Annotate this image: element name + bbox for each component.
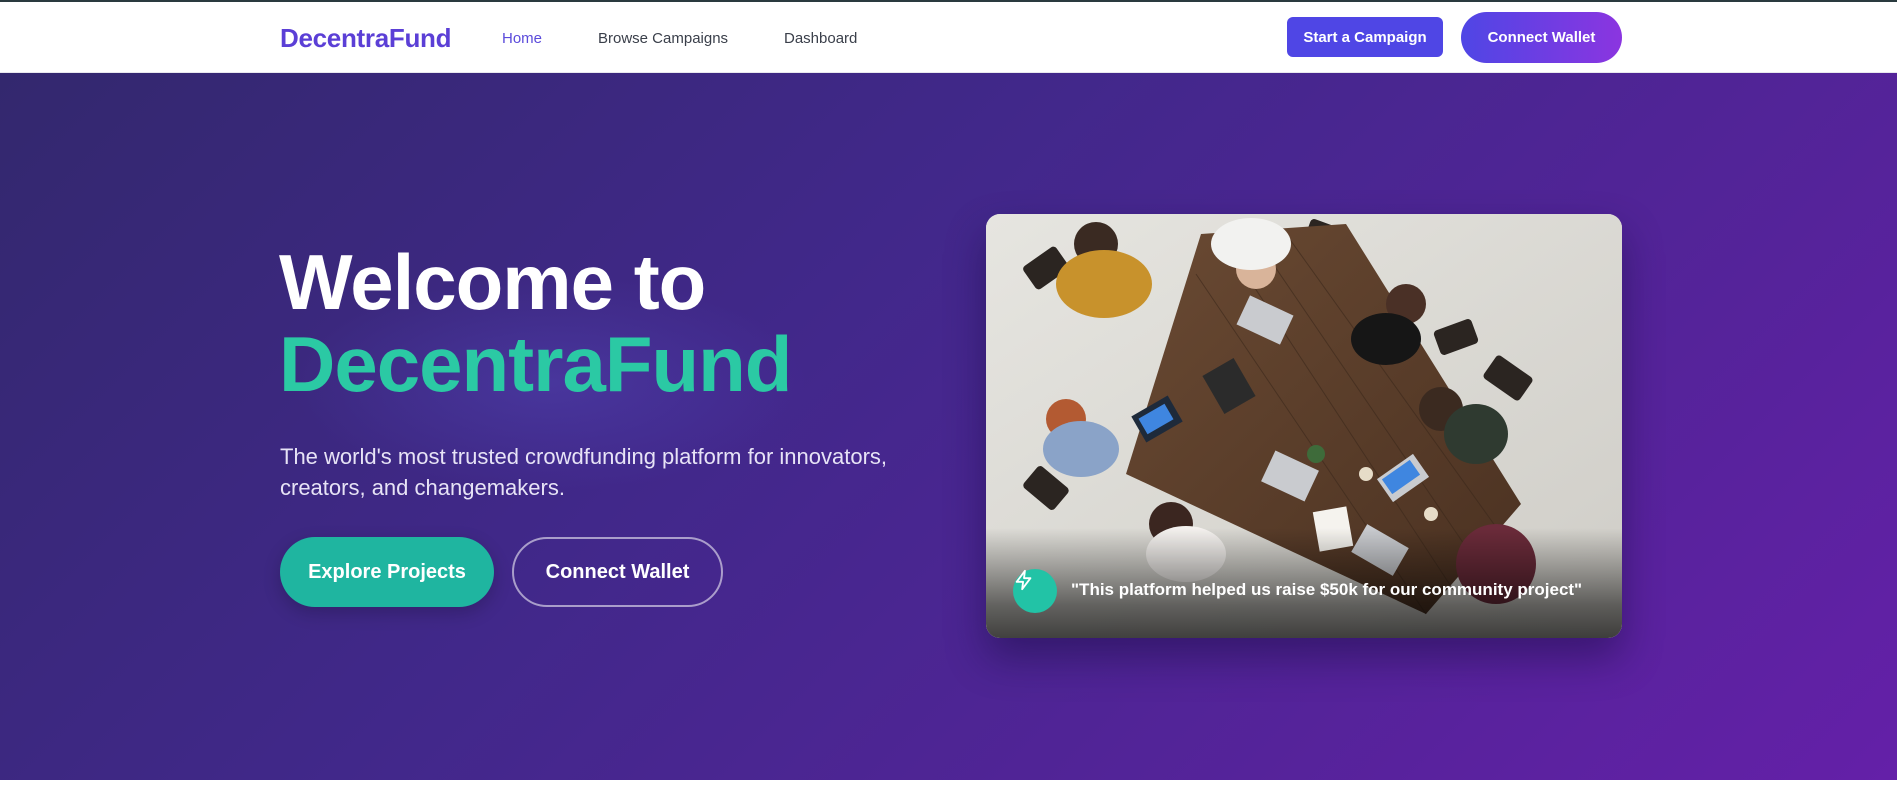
hero-image-card: "This platform helped us raise $50k for … — [986, 214, 1622, 638]
connect-wallet-hero-button[interactable]: Connect Wallet — [512, 537, 723, 607]
hero-section: Welcome to DecentraFund The world's most… — [0, 73, 1897, 780]
navbar: DecentraFund Home Browse Campaigns Dashb… — [0, 2, 1897, 73]
connect-wallet-nav-button[interactable]: Connect Wallet — [1461, 12, 1622, 63]
nav-link-dashboard[interactable]: Dashboard — [784, 30, 857, 47]
brand-logo[interactable]: DecentraFund — [280, 23, 452, 54]
nav-link-browse-campaigns[interactable]: Browse Campaigns — [598, 30, 728, 47]
lightning-bolt-icon — [1013, 569, 1057, 613]
start-campaign-button[interactable]: Start a Campaign — [1287, 17, 1443, 57]
nav-link-home[interactable]: Home — [502, 30, 542, 47]
hero-title-brand: DecentraFund — [279, 320, 792, 408]
hero-title: Welcome to — [279, 238, 706, 326]
testimonial-quote: "This platform helped us raise $50k for … — [1071, 580, 1583, 599]
explore-projects-button[interactable]: Explore Projects — [280, 537, 494, 607]
hero-subtitle: The world's most trusted crowdfunding pl… — [280, 444, 888, 500]
